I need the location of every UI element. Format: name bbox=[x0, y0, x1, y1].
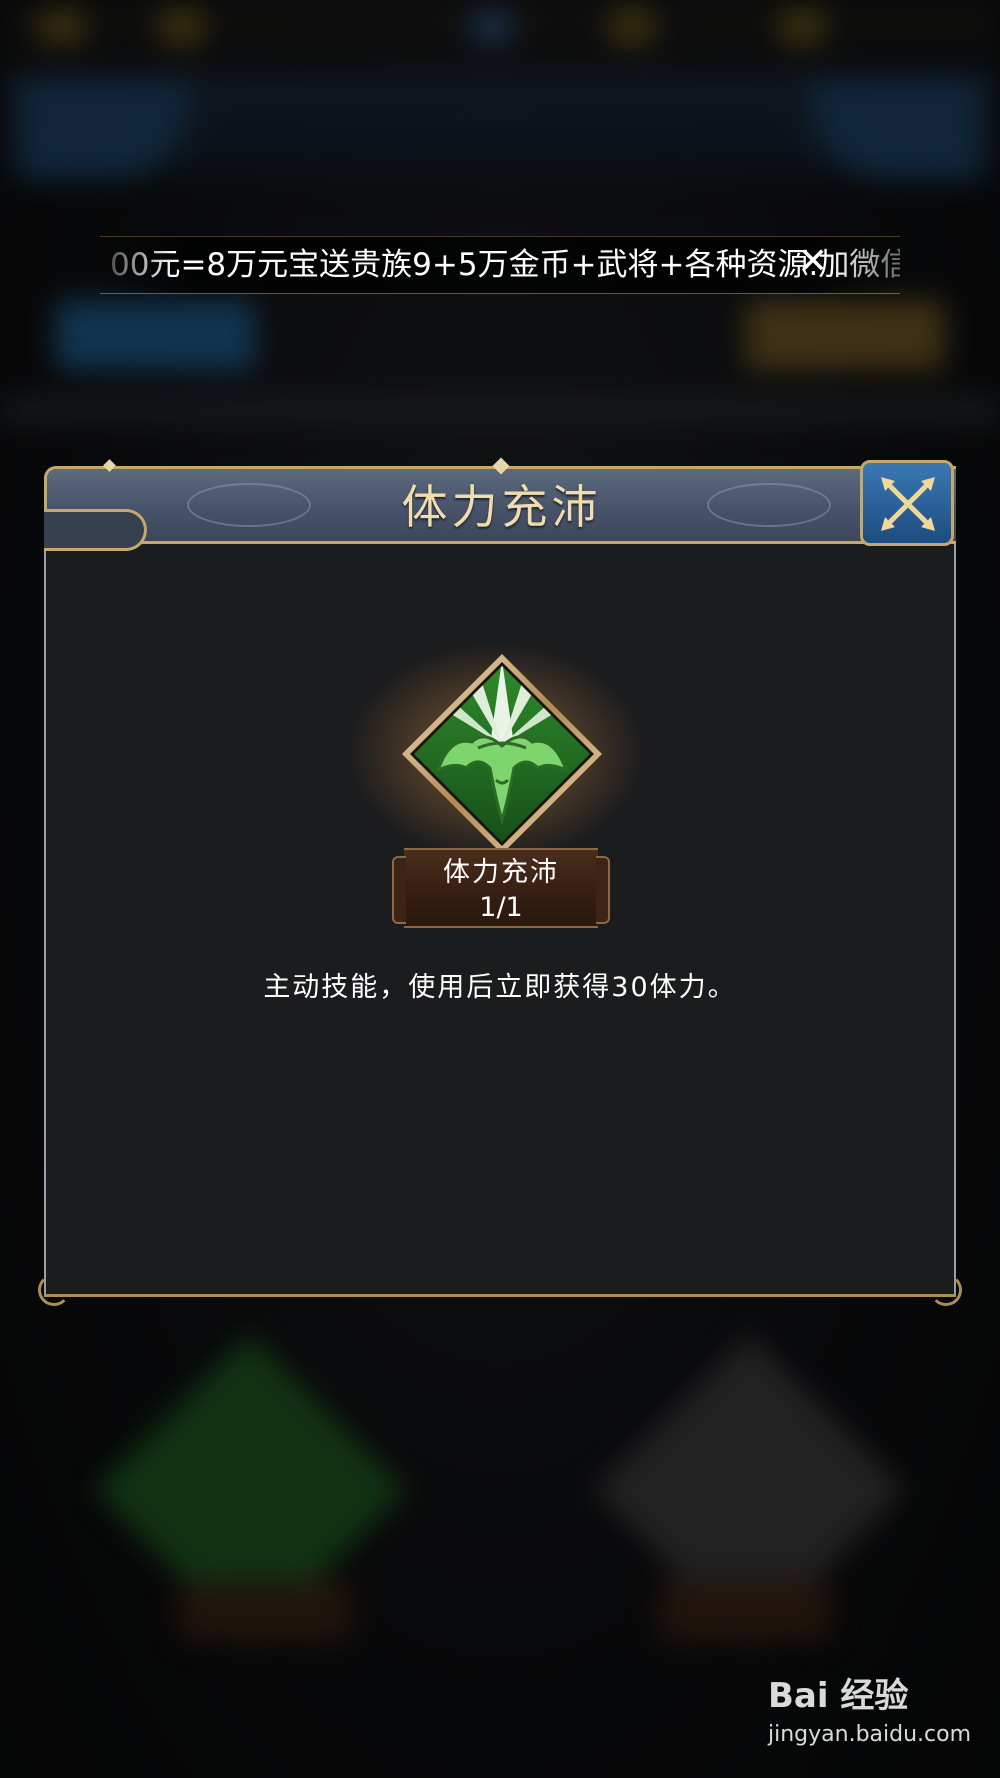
announcement-close-button[interactable]: ✕ bbox=[795, 244, 831, 280]
announcement-marquee: 00元=8万元宝送贵族9+5万金币+武将+各种资源.加微信 bbox=[100, 236, 900, 294]
skill-name: 体力充沛 bbox=[443, 857, 559, 888]
muscle-arm-icon bbox=[402, 654, 602, 854]
skill-name-plate: 体力充沛 1/1 bbox=[392, 848, 610, 928]
watermark-logo: Bai 经验 bbox=[768, 1676, 909, 1716]
corner-ornament bbox=[930, 1274, 962, 1306]
skill-dialog: 体力充沛 1/1 主动技能，使用后立即获得30体力。 体力充沛 bbox=[38, 457, 962, 1306]
dialog-title: 体力充沛 bbox=[401, 480, 602, 534]
dialog-header: 体力充沛 bbox=[44, 457, 956, 551]
baidu-jingyan-watermark: Bai 经验 jingyan.baidu.com bbox=[768, 1668, 972, 1764]
crossed-swords-close-icon bbox=[881, 477, 935, 531]
corner-ornament bbox=[38, 1274, 70, 1306]
skill-count: 1/1 bbox=[479, 892, 523, 923]
announcement-text: 00元=8万元宝送贵族9+5万金币+武将+各种资源.加微信 bbox=[110, 247, 900, 283]
skill-description: 主动技能，使用后立即获得30体力。 bbox=[263, 972, 737, 1003]
dialog-body: 体力充沛 1/1 主动技能，使用后立即获得30体力。 bbox=[38, 542, 962, 1306]
watermark-url: jingyan.baidu.com bbox=[768, 1722, 972, 1747]
game-screen: 00元=8万元宝送贵族9+5万金币+武将+各种资源.加微信 ✕ 体力充沛 1/1… bbox=[0, 0, 1000, 1778]
dialog-close-button[interactable] bbox=[860, 460, 954, 546]
